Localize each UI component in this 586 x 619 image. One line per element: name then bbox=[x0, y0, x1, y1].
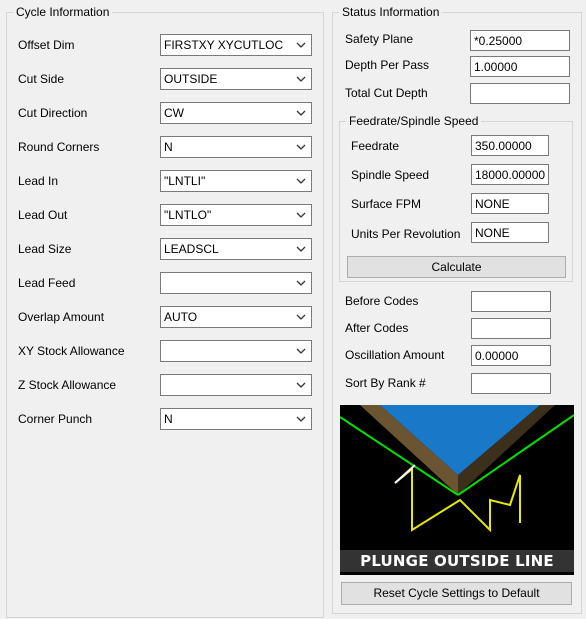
sort-by-rank-label: Sort By Rank # bbox=[345, 376, 426, 390]
feedrate-field[interactable]: 350.00000 bbox=[471, 135, 549, 156]
lead-preview-image: PLUNGE OUTSIDE LINE LEADS bbox=[340, 405, 574, 575]
chevron-down-icon bbox=[296, 178, 306, 184]
chevron-down-icon bbox=[296, 144, 306, 150]
overlap-amount-dropdown[interactable]: AUTO bbox=[160, 306, 312, 328]
xy-stock-allowance-dropdown[interactable] bbox=[160, 340, 312, 362]
corner-punch-label: Corner Punch bbox=[18, 412, 93, 426]
overlap-amount-value: AUTO bbox=[164, 310, 198, 324]
lead-in-label: Lead In bbox=[18, 174, 59, 188]
round-corners-value: N bbox=[164, 140, 173, 154]
chevron-down-icon bbox=[296, 110, 306, 116]
before-codes-label: Before Codes bbox=[345, 294, 419, 308]
chevron-down-icon bbox=[296, 42, 306, 48]
offset-dim-label: Offset Dim bbox=[18, 38, 75, 52]
offset-dim-value: FIRSTXY XYCUTLOC bbox=[164, 38, 284, 52]
z-stock-allowance-dropdown[interactable] bbox=[160, 374, 312, 396]
lead-in-dropdown[interactable]: "LNTLI" bbox=[160, 170, 312, 192]
oscillation-amount-field[interactable]: 0.00000 bbox=[471, 345, 551, 366]
units-per-revolution-label: Units Per Revolution bbox=[351, 227, 461, 241]
units-per-revolution-field[interactable]: NONE bbox=[471, 222, 549, 243]
corner-punch-value: N bbox=[164, 412, 173, 426]
total-cut-depth-label: Total Cut Depth bbox=[345, 86, 428, 100]
chevron-down-icon bbox=[296, 246, 306, 252]
corner-punch-dropdown[interactable]: N bbox=[160, 408, 312, 430]
feedrate-spindle-title: Feedrate/Spindle Speed bbox=[346, 114, 482, 128]
lead-feed-label: Lead Feed bbox=[18, 276, 76, 290]
cut-direction-value: CW bbox=[164, 106, 184, 120]
cut-side-dropdown[interactable]: OUTSIDE bbox=[160, 68, 312, 90]
lead-size-value: LEADSCL bbox=[164, 242, 219, 256]
chevron-down-icon bbox=[296, 212, 306, 218]
calculate-button[interactable]: Calculate bbox=[347, 256, 566, 278]
lead-out-label: Lead Out bbox=[18, 208, 68, 222]
lead-size-dropdown[interactable]: LEADSCL bbox=[160, 238, 312, 260]
overlap-amount-label: Overlap Amount bbox=[18, 310, 105, 324]
after-codes-label: After Codes bbox=[345, 321, 409, 335]
status-information-title: Status Information bbox=[339, 5, 443, 19]
cut-direction-label: Cut Direction bbox=[18, 106, 88, 120]
spindle-speed-field[interactable]: 18000.00000 bbox=[471, 164, 549, 185]
lead-in-value: "LNTLI" bbox=[164, 174, 206, 188]
chevron-down-icon bbox=[296, 314, 306, 320]
chevron-down-icon bbox=[296, 280, 306, 286]
chevron-down-icon bbox=[296, 348, 306, 354]
preview-caption: PLUNGE OUTSIDE LINE LEADS bbox=[340, 550, 574, 575]
surface-fpm-label: Surface FPM bbox=[351, 197, 422, 211]
surface-fpm-field[interactable]: NONE bbox=[471, 193, 549, 214]
depth-per-pass-label: Depth Per Pass bbox=[345, 58, 430, 72]
xy-stock-allowance-label: XY Stock Allowance bbox=[18, 344, 125, 358]
spindle-speed-label: Spindle Speed bbox=[351, 168, 430, 182]
safety-plane-field[interactable]: *0.25000 bbox=[470, 30, 570, 51]
cut-side-label: Cut Side bbox=[18, 72, 65, 86]
lead-out-dropdown[interactable]: "LNTLO" bbox=[160, 204, 312, 226]
chevron-down-icon bbox=[296, 76, 306, 82]
offset-dim-dropdown[interactable]: FIRSTXY XYCUTLOC bbox=[160, 34, 312, 56]
cycle-information-title: Cycle Information bbox=[13, 5, 113, 19]
cut-direction-dropdown[interactable]: CW bbox=[160, 102, 312, 124]
feedrate-label: Feedrate bbox=[351, 139, 400, 153]
chevron-down-icon bbox=[296, 416, 306, 422]
safety-plane-label: Safety Plane bbox=[345, 32, 414, 46]
sort-by-rank-field[interactable] bbox=[471, 373, 551, 394]
depth-per-pass-field[interactable]: 1.00000 bbox=[470, 56, 570, 77]
oscillation-amount-label: Oscillation Amount bbox=[345, 348, 445, 362]
before-codes-field[interactable] bbox=[471, 291, 551, 312]
lead-feed-dropdown[interactable] bbox=[160, 272, 312, 294]
chevron-down-icon bbox=[296, 382, 306, 388]
total-cut-depth-field[interactable] bbox=[470, 83, 570, 104]
z-stock-allowance-label: Z Stock Allowance bbox=[18, 378, 117, 392]
round-corners-label: Round Corners bbox=[18, 140, 100, 154]
lead-size-label: Lead Size bbox=[18, 242, 72, 256]
lead-out-value: "LNTLO" bbox=[164, 208, 212, 222]
round-corners-dropdown[interactable]: N bbox=[160, 136, 312, 158]
cut-side-value: OUTSIDE bbox=[164, 72, 218, 86]
reset-cycle-settings-button[interactable]: Reset Cycle Settings to Default bbox=[341, 582, 572, 605]
after-codes-field[interactable] bbox=[471, 318, 551, 339]
